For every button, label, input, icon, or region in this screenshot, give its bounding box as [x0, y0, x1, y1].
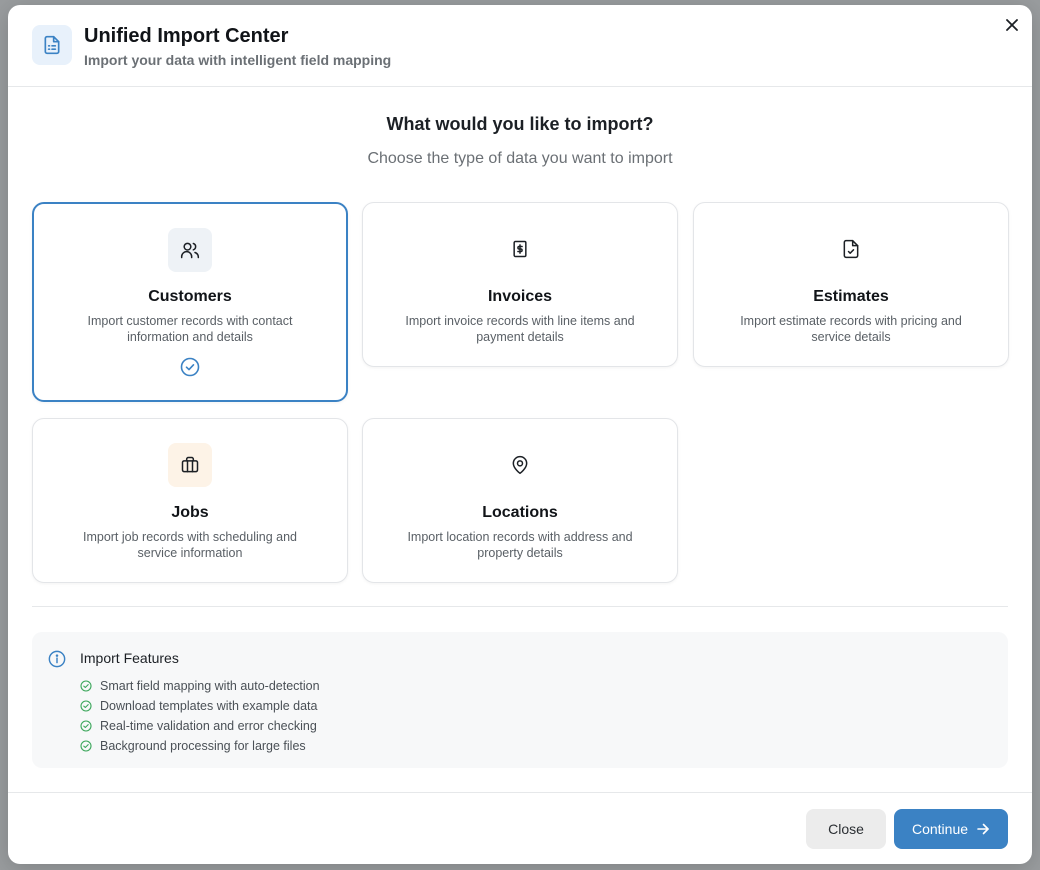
feature-text: Smart field mapping with auto-detection — [100, 679, 320, 693]
feature-list: Smart field mapping with auto-detection … — [80, 676, 320, 756]
features-title: Import Features — [80, 650, 179, 666]
feature-text: Real-time validation and error checking — [100, 719, 317, 733]
continue-label: Continue — [911, 821, 969, 837]
feature-item: Download templates with example data — [80, 696, 320, 716]
briefcase-icon — [168, 443, 212, 487]
card-title: Invoices — [487, 288, 553, 305]
feature-item: Background processing for large files — [80, 736, 320, 756]
card-customers[interactable]: Customers Import customer records with c… — [32, 202, 348, 402]
check-circle-icon — [80, 680, 92, 692]
modal-header: Unified Import Center Import your data w… — [8, 5, 1032, 87]
modal-subtitle: Import your data with intelligent field … — [84, 52, 392, 68]
feature-item: Smart field mapping with auto-detection — [80, 676, 320, 696]
check-circle-icon — [180, 357, 200, 377]
section-divider — [32, 606, 1008, 607]
import-features-panel: Import Features Smart field mapping with… — [32, 632, 1008, 768]
import-question: What would you like to import? — [386, 114, 654, 134]
users-icon — [168, 228, 212, 272]
card-title: Locations — [482, 504, 558, 521]
card-description: Import job records with scheduling and s… — [82, 530, 297, 560]
close-button[interactable]: Close — [806, 809, 886, 849]
card-description: Import customer records with contact inf… — [87, 314, 293, 344]
card-estimates[interactable]: Estimates Import estimate records with p… — [693, 202, 1009, 367]
arrow-right-icon — [977, 823, 989, 835]
card-description: Import estimate records with pricing and… — [740, 314, 962, 344]
feature-item: Real-time validation and error checking — [80, 716, 320, 736]
card-description: Import location records with address and… — [407, 530, 633, 560]
import-modal: Unified Import Center Import your data w… — [8, 5, 1032, 864]
card-jobs[interactable]: Jobs Import job records with scheduling … — [32, 418, 348, 583]
check-circle-icon — [80, 700, 92, 712]
continue-button[interactable]: Continue — [894, 809, 1008, 849]
modal-footer: Close Continue — [8, 792, 1032, 864]
card-title: Customers — [148, 288, 232, 305]
card-title: Estimates — [813, 288, 889, 305]
feature-text: Download templates with example data — [100, 699, 318, 713]
card-locations[interactable]: Locations Import location records with a… — [362, 418, 678, 583]
card-description: Import invoice records with line items a… — [405, 314, 635, 344]
check-circle-icon — [80, 740, 92, 752]
map-pin-icon — [498, 443, 542, 487]
check-circle-icon — [80, 720, 92, 732]
card-invoices[interactable]: Invoices Import invoice records with lin… — [362, 202, 678, 367]
modal-title: Unified Import Center — [84, 25, 289, 47]
document-check-icon — [829, 227, 873, 271]
import-question-subtitle: Choose the type of data you want to impo… — [367, 150, 673, 167]
card-title: Jobs — [171, 504, 209, 521]
info-icon — [48, 650, 66, 668]
close-icon[interactable] — [1004, 17, 1020, 33]
invoice-dollar-icon — [498, 227, 542, 271]
document-icon — [32, 25, 72, 65]
feature-text: Background processing for large files — [100, 739, 306, 753]
